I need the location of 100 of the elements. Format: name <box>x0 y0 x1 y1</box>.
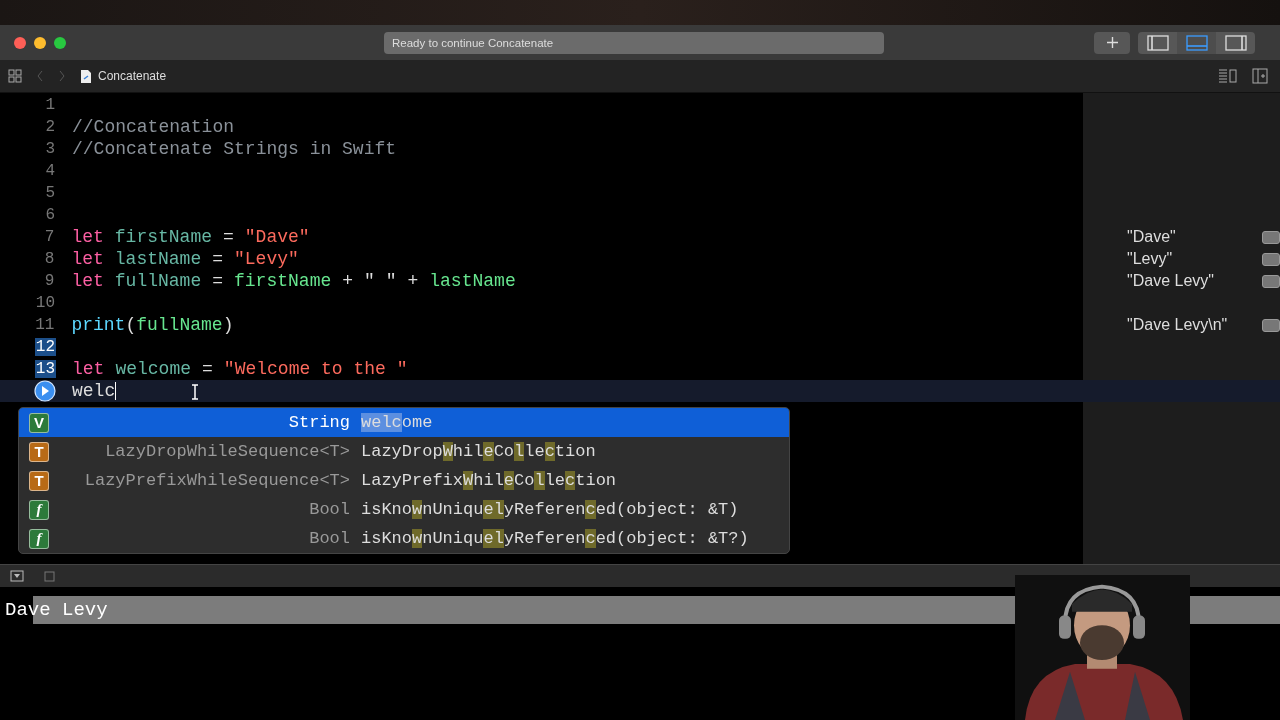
matched-letters: W <box>442 442 453 461</box>
completion-item[interactable]: T LazyDropWhileSequence<T> LazyDropWhileCollection <box>19 437 789 466</box>
completion-text: yReferen <box>503 500 586 519</box>
completion-text: ome <box>401 413 433 432</box>
inspector-icon[interactable] <box>1252 68 1268 84</box>
code-token: let <box>71 271 104 291</box>
code-token: "Levy" <box>234 249 299 269</box>
line-number: 6 <box>44 206 56 224</box>
result-value: "Dave Levy" <box>1127 272 1215 290</box>
minimize-button[interactable] <box>34 36 46 49</box>
matched-letters: el <box>483 529 504 548</box>
code-token: firstName <box>114 227 212 247</box>
code-token: + <box>407 271 419 291</box>
code-token: = <box>212 249 223 269</box>
close-button[interactable] <box>14 36 26 49</box>
result-value: "Dave Levy\n" <box>1127 316 1229 334</box>
matched-letters: c <box>585 500 596 519</box>
code-token: welc <box>72 381 116 401</box>
completion-text: Co <box>493 442 515 461</box>
console-output: Dave Levy <box>4 599 108 621</box>
code-token: lastName <box>429 271 516 291</box>
matched-letters: e <box>503 471 515 490</box>
code-token: + <box>342 271 354 291</box>
line-number: 11 <box>34 316 56 334</box>
completion-item[interactable]: f Bool isKnownUniquelyReferenced(object: &T?) <box>19 524 789 553</box>
line-number: 4 <box>44 162 56 180</box>
code-token: = <box>202 359 213 379</box>
completion-text: ed(object: &T?) <box>595 529 749 548</box>
code-token: let <box>71 249 104 269</box>
completion-text: hil <box>473 471 504 490</box>
code-token: //Concatenation <box>72 117 235 137</box>
line-number: 10 <box>34 294 56 312</box>
activity-status: Ready to continue Concatenate <box>384 31 884 54</box>
zoom-button[interactable] <box>54 36 66 49</box>
add-button[interactable] <box>1094 31 1130 54</box>
code-token: let <box>72 359 105 379</box>
quick-look-toggle[interactable] <box>1262 318 1280 332</box>
line-number: 13 <box>34 360 56 378</box>
code-token: lastName <box>114 249 202 269</box>
code-token: = <box>212 271 223 291</box>
kind-badge: f <box>29 528 49 549</box>
code-token: "Dave" <box>244 227 310 247</box>
code-token: //Concatenate Strings in Swift <box>72 139 397 159</box>
completion-text: LazyDrop <box>361 442 443 461</box>
line-number: 5 <box>44 184 56 202</box>
matched-letters: c <box>585 529 596 548</box>
matched-letters: l <box>514 442 525 461</box>
code-token: welcome <box>115 359 192 379</box>
matched-letters: w <box>412 500 423 519</box>
completion-text: nUniqu <box>422 500 484 519</box>
hide-debug-icon[interactable] <box>10 570 24 582</box>
matched-letters: c <box>565 471 576 490</box>
completion-item[interactable]: V String welcome <box>19 408 789 437</box>
file-breadcrumb[interactable]: Concatenate <box>98 69 167 83</box>
code-token: " " <box>364 271 397 291</box>
completion-text: le <box>524 442 545 461</box>
run-button[interactable] <box>34 380 56 402</box>
results-icon[interactable] <box>1218 68 1238 84</box>
matched-letters: welc <box>361 413 402 432</box>
line-number: 1 <box>44 96 56 114</box>
code-token: let <box>71 227 104 247</box>
code-token: = <box>223 227 234 247</box>
kind-badge: f <box>29 499 49 520</box>
completion-text: tion <box>575 471 617 490</box>
code-token: "Welcome to the " <box>223 359 408 379</box>
completion-text: tion <box>554 442 596 461</box>
kind-badge: T <box>29 470 49 491</box>
completion-text: Co <box>514 471 535 490</box>
matched-letters: el <box>483 500 504 519</box>
code-token: print <box>71 315 126 335</box>
completion-text: yReferen <box>503 529 586 548</box>
quick-look-toggle[interactable] <box>1262 230 1280 244</box>
line-number: 3 <box>44 140 56 158</box>
kind-badge: T <box>29 441 49 462</box>
plus-icon <box>1105 36 1119 49</box>
grid-icon[interactable] <box>8 69 22 83</box>
line-number: 9 <box>43 272 56 290</box>
completion-type: Bool <box>308 529 350 548</box>
matched-letters: e <box>483 442 494 461</box>
line-number: 2 <box>44 118 56 136</box>
code-token: fullName <box>136 315 223 335</box>
matched-letters: w <box>412 529 423 548</box>
bottom-panel-toggle[interactable] <box>1177 31 1216 54</box>
completion-text: isKno <box>361 529 412 548</box>
completion-text: isKno <box>361 500 412 519</box>
completion-text: nUniqu <box>422 529 484 548</box>
line-number: 8 <box>43 250 56 268</box>
completion-type: LazyPrefixWhileSequence<T> <box>83 471 350 490</box>
code-token: fullName <box>114 271 202 291</box>
matched-letters: l <box>534 471 545 490</box>
completion-item[interactable]: f Bool isKnownUniquelyReferenced(object: &T) <box>19 495 789 524</box>
quick-look-toggle[interactable] <box>1262 274 1280 288</box>
quick-look-toggle[interactable] <box>1262 252 1280 266</box>
completion-text: le <box>544 471 566 490</box>
completion-item[interactable]: T LazyPrefixWhileSequence<T> LazyPrefixWhileCollection <box>19 466 789 495</box>
matched-letters: c <box>544 442 555 461</box>
line-number: 7 <box>43 228 56 246</box>
completion-text: LazyPrefix <box>361 471 464 490</box>
result-value: "Dave" <box>1127 228 1177 246</box>
file-icon <box>80 68 92 84</box>
